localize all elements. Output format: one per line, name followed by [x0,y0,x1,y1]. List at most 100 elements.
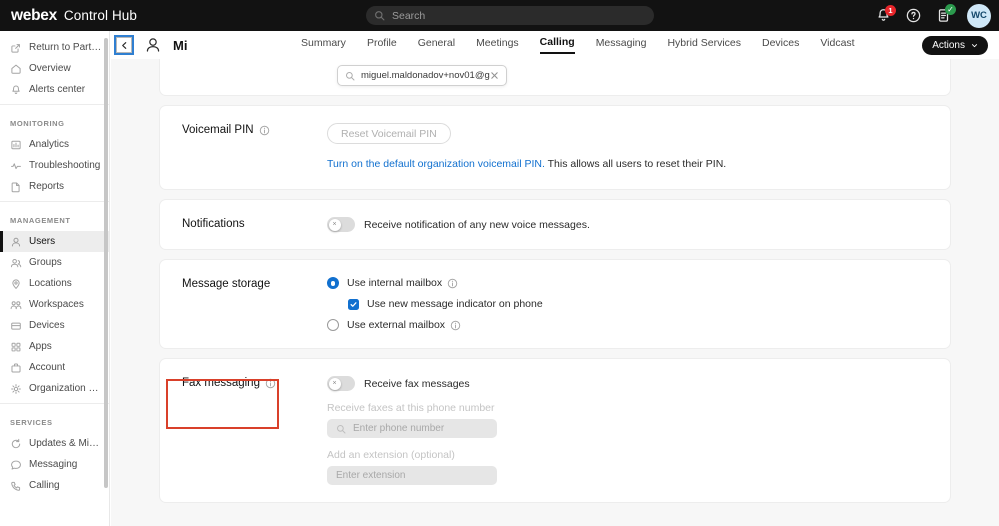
tab-summary[interactable]: Summary [301,37,346,53]
document-icon [11,181,20,192]
sidebar-item-label: Account [29,362,66,373]
sidebar-item-label: Overview [29,63,71,74]
sidebar-item-troubleshooting[interactable]: Troubleshooting [0,155,109,176]
brand-logo[interactable]: webex Control Hub [11,7,137,25]
sidebar-section-management: MANAGEMENT Users Groups Locations Workspaces… [0,201,109,403]
tab-messaging[interactable]: Messaging [596,37,647,53]
sidebar-item-users[interactable]: Users [0,231,109,252]
sidebar-item-alerts-center[interactable]: Alerts center [0,79,109,100]
users-icon [10,258,22,267]
tab-hybrid-services[interactable]: Hybrid Services [667,37,741,53]
card-message-storage: Message storage Use internal mailbox Use… [159,259,951,350]
sidebar-item-label: Updates & Migrati... [29,438,103,449]
sidebar-item-overview[interactable]: Overview [0,58,109,79]
tab-calling[interactable]: Calling [539,36,575,54]
external-mailbox-label-group: Use external mailbox [347,319,461,331]
info-icon[interactable] [265,378,276,389]
tab-vidcast[interactable]: Vidcast [820,37,854,53]
voicemail-pin-label-group: Voicemail PIN [182,123,327,172]
voicemail-pin-label: Voicemail PIN [182,124,254,136]
sidebar-item-devices[interactable]: Devices [0,315,109,336]
global-search-input[interactable]: Search [366,6,654,25]
bell-icon [12,84,20,94]
fax-extension-input[interactable]: Enter extension [327,466,497,486]
briefcase-icon [11,362,21,373]
sidebar-item-reports[interactable]: Reports [0,176,109,197]
notifications-toggle[interactable]: × [327,217,355,233]
notifications-toggle-knob: × [328,218,341,231]
top-bar-actions: 1 ✓ WC [875,0,999,31]
sidebar-item-messaging[interactable]: Messaging [0,454,109,475]
search-icon [337,424,346,434]
pulse-icon [11,162,21,169]
sidebar-item-organization-setti[interactable]: Organization Setti... [0,378,109,399]
default-org-voicemail-pin-link[interactable]: Turn on the default organization voicema… [327,158,545,170]
voicemail-pin-help-suffix: This allows all users to reset their PIN… [544,158,727,170]
chevron-left-icon [121,41,126,49]
actions-button[interactable]: Actions [922,36,988,55]
info-icon[interactable] [447,278,458,289]
sidebar-item-label: Return to Partner ... [29,42,103,53]
tasks-button[interactable]: ✓ [935,4,956,24]
user-name: Mi [173,37,188,53]
back-button[interactable] [114,35,134,55]
sidebar-item-analytics[interactable]: Analytics [0,134,109,155]
internal-mailbox-radio[interactable] [327,277,339,290]
tab-devices[interactable]: Devices [762,37,799,53]
sidebar-item-label: Reports [29,181,65,192]
main-pane: Mi Summary Profile General Meetings Calling M… [111,31,999,526]
sidebar-item-label: Locations [29,278,72,289]
reset-voicemail-pin-button[interactable]: Reset Voicemail PIN [327,123,451,144]
check-icon [350,301,357,307]
notifications-button[interactable]: 1 [875,5,896,24]
sidebar-item-apps[interactable]: Apps [0,336,109,357]
user-email-search-value: miguel.maldonadov+nov01@g [361,70,490,81]
home-icon [11,64,21,74]
info-icon[interactable] [450,320,461,331]
card-notifications: Notifications × Receive notification of … [159,199,951,251]
fax-messaging-label-group: Fax messaging [182,376,327,485]
new-message-indicator-row[interactable]: Use new message indicator on phone [348,298,928,310]
sidebar-item-calling[interactable]: Calling [0,475,109,496]
sidebar-item-groups[interactable]: Groups [0,252,109,273]
sidebar-section-monitoring: MONITORING Analytics Troubleshooting Report… [0,104,109,201]
info-icon[interactable] [259,125,270,136]
internal-mailbox-row[interactable]: Use internal mailbox [327,277,928,290]
sidebar-section-services: SERVICES Updates & Migrati... Messaging Cal… [0,403,109,500]
sidebar-item-label: Troubleshooting [29,160,101,171]
tab-profile[interactable]: Profile [367,37,397,53]
fax-phone-placeholder: Enter phone number [353,423,445,435]
tab-general[interactable]: General [418,37,455,53]
sidebar-item-account[interactable]: Account [0,357,109,378]
message-storage-body: Use internal mailbox Use new message ind… [327,277,928,332]
external-mailbox-radio[interactable] [327,319,339,332]
user-header-bar: Mi Summary Profile General Meetings Calling M… [111,31,999,59]
sidebar-section-header: MONITORING [10,119,65,128]
receive-fax-toggle[interactable]: × [327,376,355,392]
sidebar-item-label: Workspaces [29,299,84,310]
sidebar-item-locations[interactable]: Locations [0,273,109,294]
user-email-search-chip[interactable]: miguel.maldonadov+nov01@g [337,65,507,86]
device-icon [11,322,21,330]
help-button[interactable] [905,7,922,24]
sidebar-item-updates-migrati[interactable]: Updates & Migrati... [0,433,109,454]
sidebar-item-label: Groups [29,257,62,268]
sidebar-scrollbar[interactable] [104,38,108,488]
sidebar-item-workspaces[interactable]: Workspaces [0,294,109,315]
fax-extension-field-label: Add an extension (optional) [327,449,455,462]
close-icon[interactable] [490,71,499,80]
search-icon [346,71,355,80]
external-link-icon [11,43,20,53]
gear-icon [11,383,21,394]
sidebar-item-return-to-partner[interactable]: Return to Partner ... [0,37,109,58]
user-avatar[interactable]: WC [967,3,991,28]
message-storage-label-group: Message storage [182,277,327,331]
fax-phone-input[interactable]: Enter phone number [327,419,497,439]
tab-meetings[interactable]: Meetings [476,37,519,53]
external-mailbox-row[interactable]: Use external mailbox [327,319,928,332]
sidebar-item-label: Organization Setti... [29,383,103,394]
fax-extension-placeholder: Enter extension [336,470,406,482]
top-bar: webex Control Hub Search 1 ✓ WC [0,0,999,31]
notifications-label-group: Notifications [182,217,327,232]
new-message-indicator-checkbox[interactable] [348,298,359,310]
